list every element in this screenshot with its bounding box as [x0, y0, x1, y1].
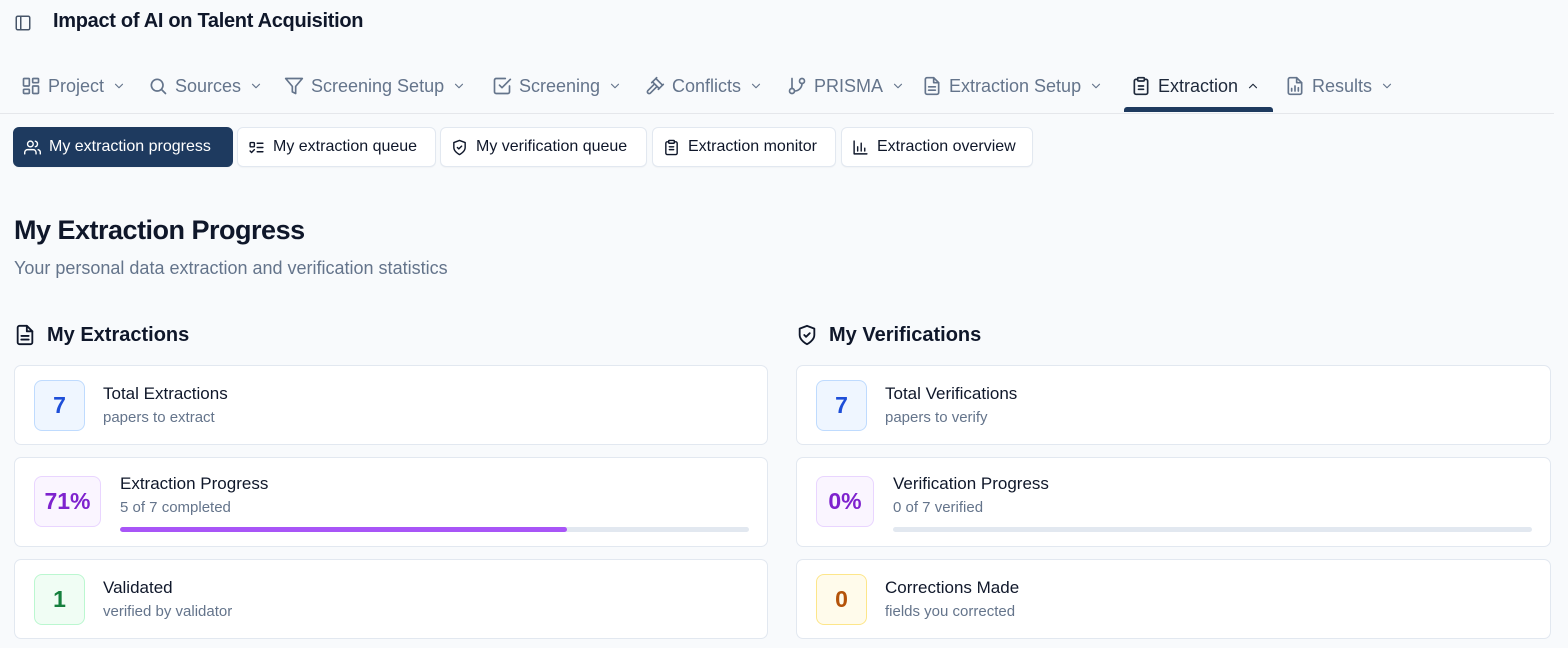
- verification-progress-bar: [893, 527, 1532, 532]
- extraction-progress-badge: 71%: [34, 476, 101, 527]
- nav-conflicts[interactable]: Conflicts: [645, 58, 763, 114]
- grid-icon: [21, 76, 41, 96]
- shield-check-icon: [796, 324, 818, 346]
- chevron-down-icon: [749, 79, 763, 93]
- subtab-label: Extraction monitor: [688, 138, 817, 155]
- card-title: Verification Progress: [893, 474, 1049, 493]
- filter-icon: [284, 76, 304, 96]
- subtab-extraction-overview[interactable]: Extraction overview: [841, 127, 1033, 167]
- corrections-card: 0 Corrections Made fields you corrected: [796, 559, 1551, 639]
- nav-sources[interactable]: Sources: [148, 58, 263, 114]
- subtab-label: My extraction queue: [273, 138, 418, 155]
- active-tab-indicator: [1124, 107, 1273, 112]
- card-title: Total Verifications: [885, 384, 1018, 403]
- nav-label: Sources: [175, 75, 242, 96]
- main-nav: Project Sources Screening Setup Screenin…: [0, 58, 1554, 114]
- page-title: My Extraction Progress: [14, 215, 305, 245]
- section-title: My Extractions: [47, 323, 190, 346]
- search-icon: [148, 76, 168, 96]
- clipboard-list-icon: [663, 139, 680, 156]
- subtab-extraction-monitor[interactable]: Extraction monitor: [652, 127, 836, 167]
- nav-label: PRISMA: [814, 75, 884, 96]
- validated-card: 1 Validated verified by validator: [14, 559, 768, 639]
- subtab-label: Extraction overview: [877, 138, 1016, 155]
- validated-badge: 1: [34, 574, 85, 625]
- nav-screening[interactable]: Screening: [492, 58, 622, 114]
- card-subtitle: fields you corrected: [885, 603, 1016, 620]
- nav-label: Extraction: [1158, 75, 1239, 96]
- nav-label: Project: [48, 75, 105, 96]
- shield-check-icon: [451, 139, 468, 156]
- chevron-down-icon: [452, 79, 466, 93]
- verification-progress-badge: 0%: [816, 476, 874, 527]
- nav-label: Results: [1312, 75, 1373, 96]
- page-subtitle: Your personal data extraction and verifi…: [14, 258, 448, 278]
- subtab-my-extraction-progress[interactable]: My extraction progress: [13, 127, 233, 167]
- card-title: Total Extractions: [103, 384, 228, 403]
- chevron-down-icon: [112, 79, 126, 93]
- nav-label: Screening: [519, 75, 601, 96]
- chevron-down-icon: [891, 79, 905, 93]
- card-subtitle: papers to verify: [885, 409, 988, 426]
- total-extractions-badge: 7: [34, 380, 85, 431]
- section-title: My Verifications: [829, 323, 982, 346]
- subtab-label: My verification queue: [476, 138, 628, 155]
- chevron-down-icon: [249, 79, 263, 93]
- project-title: Impact of AI on Talent Acquisition: [53, 10, 364, 32]
- nav-extraction-setup[interactable]: Extraction Setup: [922, 58, 1103, 114]
- top-bar: Impact of AI on Talent Acquisition: [0, 0, 1568, 46]
- chevron-down-icon: [1380, 79, 1394, 93]
- card-title: Corrections Made: [885, 578, 1020, 597]
- total-verifications-badge: 7: [816, 380, 867, 431]
- nav-label: Screening Setup: [311, 75, 445, 96]
- sidebar-panel-icon[interactable]: [13, 13, 33, 33]
- nav-label: Extraction Setup: [949, 75, 1082, 96]
- total-extractions-card: 7 Total Extractions papers to extract: [14, 365, 768, 445]
- card-subtitle: papers to extract: [103, 409, 215, 426]
- chevron-down-icon: [608, 79, 622, 93]
- nav-extraction[interactable]: Extraction: [1131, 58, 1260, 114]
- gavel-icon: [645, 76, 665, 96]
- card-subtitle: 5 of 7 completed: [120, 499, 231, 516]
- extraction-progress-bar: [120, 527, 749, 532]
- card-title: Validated: [103, 578, 173, 597]
- git-branch-icon: [787, 76, 807, 96]
- list-checks-icon: [248, 139, 265, 156]
- clipboard-icon: [1131, 76, 1151, 96]
- nav-screening-setup[interactable]: Screening Setup: [284, 58, 466, 114]
- checkbox-icon: [492, 76, 512, 96]
- bar-chart-icon: [852, 139, 869, 156]
- nav-results[interactable]: Results: [1285, 58, 1394, 114]
- subtab-my-verification-queue[interactable]: My verification queue: [440, 127, 647, 167]
- subtab-label: My extraction progress: [49, 138, 211, 155]
- verification-progress-card: 0% Verification Progress 0 of 7 verified: [796, 457, 1551, 547]
- document-icon: [922, 76, 942, 96]
- card-subtitle: verified by validator: [103, 603, 233, 620]
- nav-prisma[interactable]: PRISMA: [787, 58, 905, 114]
- total-verifications-card: 7 Total Verifications papers to verify: [796, 365, 1551, 445]
- progress-fill: [120, 527, 567, 532]
- card-subtitle: 0 of 7 verified: [893, 499, 984, 516]
- chart-file-icon: [1285, 76, 1305, 96]
- my-verifications-heading: My Verifications: [796, 320, 981, 350]
- nav-project[interactable]: Project: [21, 58, 126, 114]
- chevron-down-icon: [1089, 79, 1103, 93]
- extraction-progress-card: 71% Extraction Progress 5 of 7 completed: [14, 457, 768, 547]
- document-icon: [14, 324, 36, 346]
- chevron-up-icon: [1246, 79, 1260, 93]
- card-title: Extraction Progress: [120, 474, 269, 493]
- my-extractions-heading: My Extractions: [14, 320, 189, 350]
- subtab-my-extraction-queue[interactable]: My extraction queue: [237, 127, 436, 167]
- corrections-badge: 0: [816, 574, 867, 625]
- users-icon: [24, 139, 41, 156]
- nav-label: Conflicts: [672, 75, 742, 96]
